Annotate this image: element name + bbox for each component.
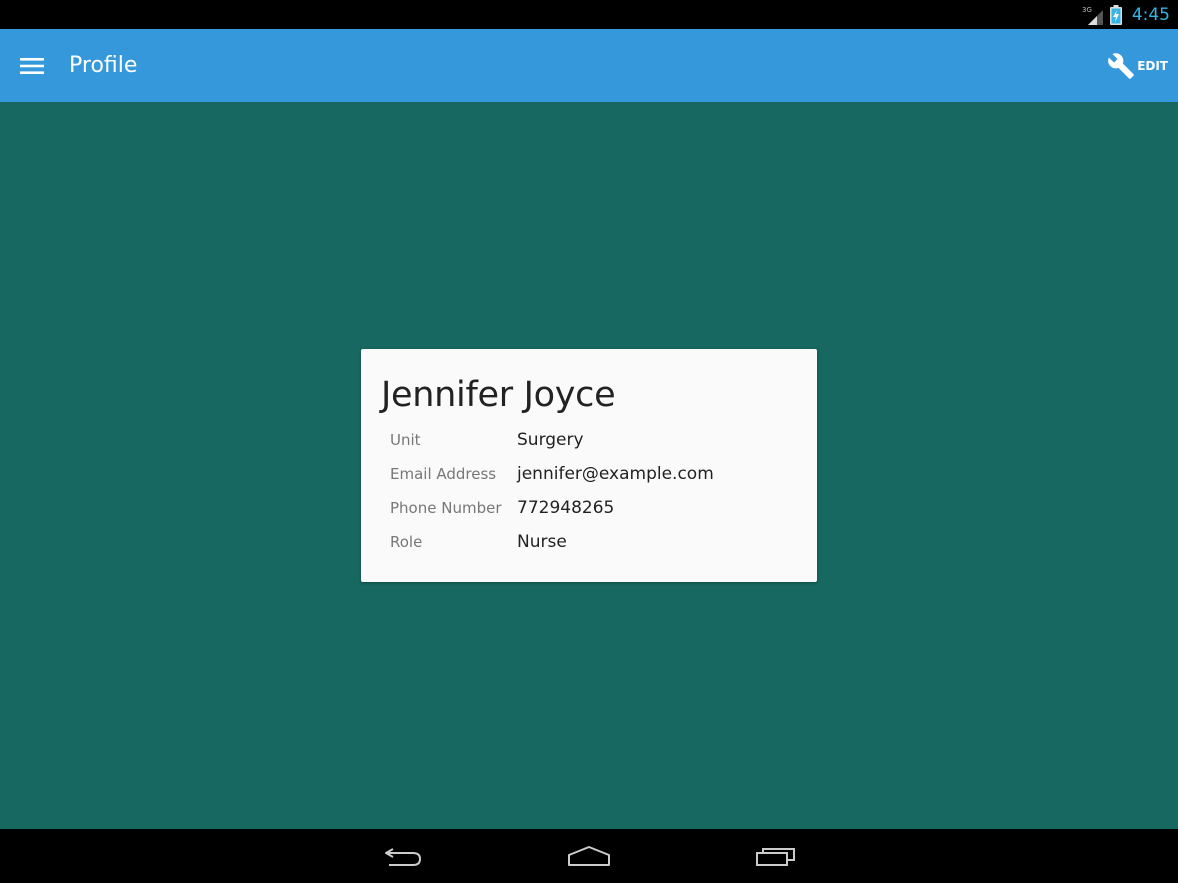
recent-apps-icon xyxy=(756,848,795,866)
status-clock: 4:45 xyxy=(1131,4,1170,25)
back-icon xyxy=(385,848,422,866)
page-title: Profile xyxy=(69,53,138,78)
signal-icon: 3G xyxy=(1082,6,1103,25)
unit-label: Unit xyxy=(390,431,421,449)
field-row-phone: Phone Number 772948265 xyxy=(390,496,810,520)
recent-apps-button[interactable] xyxy=(736,829,816,883)
profile-name: Jennifer Joyce xyxy=(381,375,616,415)
content-area: Jennifer Joyce Unit Surgery Email Addres… xyxy=(0,102,1178,829)
role-value: Nurse xyxy=(517,532,567,552)
field-row-email: Email Address jennifer@example.com xyxy=(390,462,810,486)
battery-charging-icon xyxy=(1109,4,1122,25)
status-bar: 3G 4:45 xyxy=(0,0,1178,29)
role-label: Role xyxy=(390,533,423,551)
email-label: Email Address xyxy=(390,465,497,483)
edit-label: EDIT xyxy=(1137,58,1168,73)
app-bar: Profile EDIT xyxy=(0,29,1178,102)
edit-button[interactable]: EDIT xyxy=(1107,29,1168,102)
home-button[interactable] xyxy=(549,829,629,883)
navigation-bar xyxy=(0,829,1178,883)
back-button[interactable] xyxy=(363,829,443,883)
profile-card: Jennifer Joyce Unit Surgery Email Addres… xyxy=(361,349,817,582)
email-value: jennifer@example.com xyxy=(517,464,714,484)
home-icon xyxy=(568,846,610,866)
phone-label: Phone Number xyxy=(390,499,502,517)
field-row-unit: Unit Surgery xyxy=(390,428,810,452)
menu-button[interactable] xyxy=(0,29,64,102)
wrench-icon xyxy=(1108,52,1135,79)
unit-value: Surgery xyxy=(517,430,584,450)
menu-icon xyxy=(20,57,44,74)
phone-value: 772948265 xyxy=(517,498,615,518)
device-screen: 3G 4:45 Profile EDIT Jennifer Joyce Unit… xyxy=(0,0,1178,883)
field-row-role: Role Nurse xyxy=(390,530,810,554)
network-type-label: 3G xyxy=(1082,6,1092,14)
